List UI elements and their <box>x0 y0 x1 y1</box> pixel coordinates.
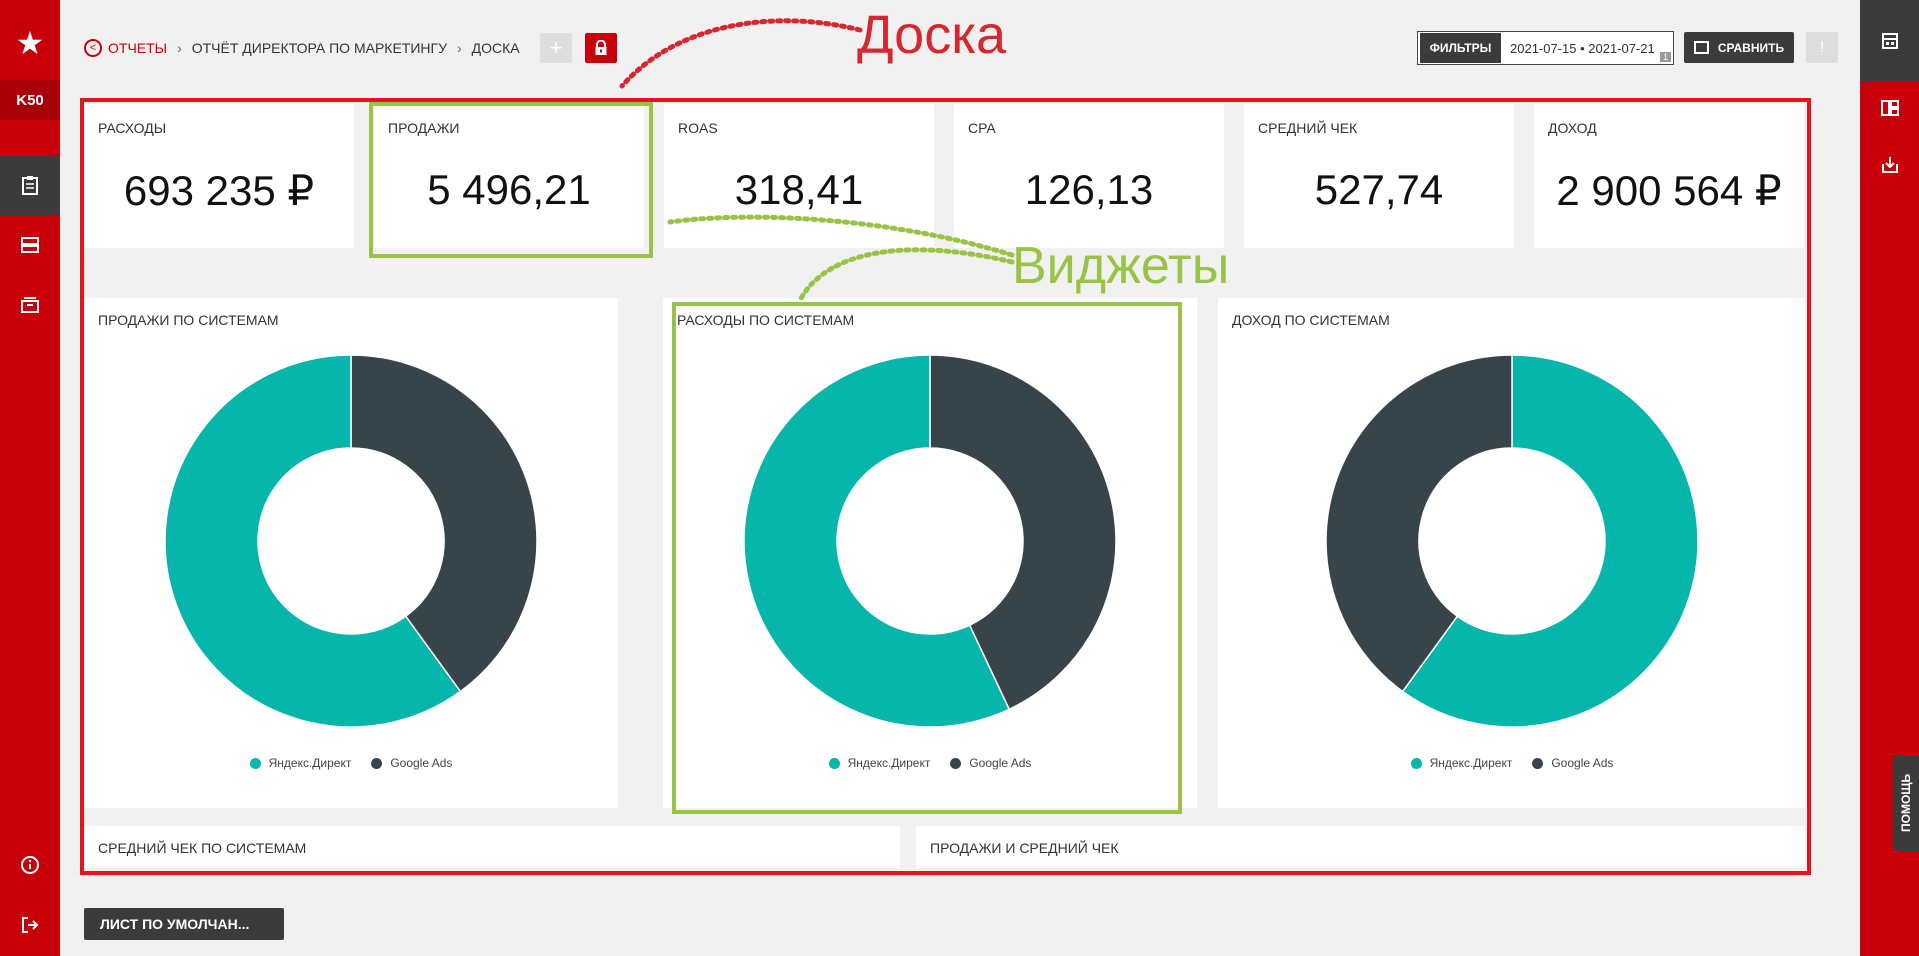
widget-arrow <box>667 214 1015 258</box>
sheet-tab-default[interactable]: ЛИСТ ПО УМОЛЧАН... <box>84 908 284 940</box>
board-arrow <box>619 18 863 89</box>
annotation-arrows <box>619 18 1015 303</box>
widget-arrow <box>797 247 1015 303</box>
annotation-board: Доска <box>857 5 1007 65</box>
annotation-widgets: Виджеты <box>1012 237 1230 295</box>
